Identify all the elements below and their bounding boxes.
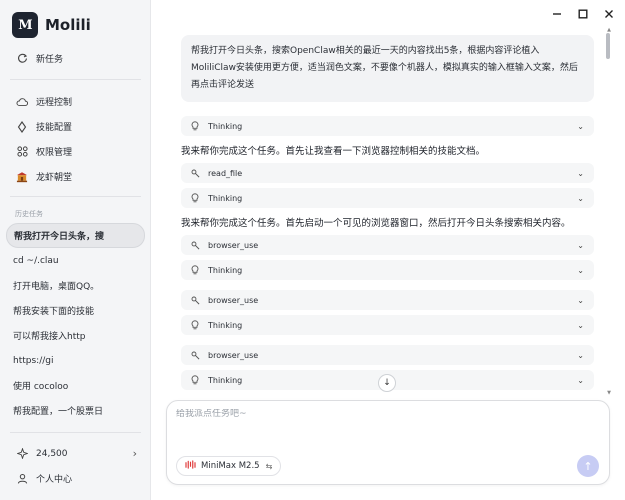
chevron-down-icon: ⌄ bbox=[577, 320, 584, 330]
bulb-icon bbox=[190, 265, 200, 275]
chat-scrollbar[interactable] bbox=[606, 33, 610, 389]
history-item[interactable]: 使用 cocoloo bbox=[6, 373, 145, 398]
arrow-up-icon: ↑ bbox=[583, 459, 593, 473]
model-selector[interactable]: MiniMax M2.5 ⇆ bbox=[176, 456, 282, 476]
step-label: Thinking bbox=[208, 193, 243, 203]
composer: MiniMax M2.5 ⇆ ↑ bbox=[166, 400, 610, 485]
sidebar-item-label: 权限管理 bbox=[36, 148, 73, 158]
bulb-icon bbox=[190, 320, 200, 330]
sidebar-item-label: 龙虾朝堂 bbox=[36, 173, 73, 183]
arrow-down-icon: ↓ bbox=[383, 378, 391, 388]
tool-icon bbox=[190, 296, 200, 305]
profile-label: 个人中心 bbox=[36, 475, 73, 485]
cloud-icon bbox=[16, 96, 28, 108]
swap-icon: ⇆ bbox=[265, 461, 273, 471]
sidebar-item-label: 远程控制 bbox=[36, 98, 73, 108]
chevron-down-icon: ⌄ bbox=[577, 375, 584, 385]
step-label: Thinking bbox=[208, 265, 243, 275]
tool-icon bbox=[190, 241, 200, 250]
chevron-down-icon: ⌄ bbox=[577, 240, 584, 250]
model-name: MiniMax M2.5 bbox=[201, 461, 260, 471]
step-label: Thinking bbox=[208, 375, 243, 385]
step-label: Thinking bbox=[208, 320, 243, 330]
step-label: Thinking bbox=[208, 121, 243, 131]
logo-mark: M bbox=[18, 17, 32, 33]
tool-step-browser-use[interactable]: browser_use ⌄ bbox=[181, 235, 594, 255]
new-task-button[interactable]: 新任务 bbox=[6, 46, 145, 71]
assistant-message: 我来帮你完成这个任务。首先让我查看一下浏览器控制相关的技能文档。 bbox=[181, 146, 486, 157]
chevron-down-icon: ⌄ bbox=[577, 350, 584, 360]
credits-item[interactable]: 24,500 › bbox=[6, 441, 145, 466]
sparkle-icon bbox=[16, 448, 28, 460]
history-section-label: 历史任务 bbox=[15, 210, 43, 218]
scroll-up-icon[interactable]: ▲ bbox=[607, 27, 611, 33]
tool-step-browser-use[interactable]: browser_use ⌄ bbox=[181, 345, 594, 365]
sidebar-footer: 24,500 › 个人中心 bbox=[6, 441, 145, 491]
profile-item[interactable]: 个人中心 bbox=[6, 466, 145, 491]
new-task-nav: 新任务 bbox=[6, 46, 145, 71]
chevron-down-icon: ⌄ bbox=[577, 265, 584, 275]
permission-icon bbox=[16, 146, 28, 158]
new-task-icon bbox=[16, 53, 28, 65]
history-item[interactable]: 可以帮我接入http bbox=[6, 323, 145, 348]
task-input[interactable] bbox=[176, 409, 596, 419]
history-item[interactable]: 打开电脑，桌面QQ。 bbox=[6, 273, 145, 298]
scroll-to-bottom-button[interactable]: ↓ bbox=[378, 374, 396, 392]
sidebar-item-lobster-court[interactable]: 龙虾朝堂 bbox=[6, 164, 145, 189]
thinking-step[interactable]: Thinking ⌄ bbox=[181, 260, 594, 280]
app-logo: M bbox=[12, 12, 38, 38]
new-task-label: 新任务 bbox=[36, 55, 64, 65]
history-item[interactable]: cd ~/.clau bbox=[6, 248, 145, 273]
tool-step-browser-use[interactable]: browser_use ⌄ bbox=[181, 290, 594, 310]
history-item[interactable]: 帮我配置，一个股票日 bbox=[6, 398, 145, 423]
chat-area: 帮我打开今日头条，搜索OpenClaw相关的最近一天的内容找出5条，根据内容评论… bbox=[151, 0, 625, 500]
sidebar-item-skill-config[interactable]: 技能配置 bbox=[6, 114, 145, 139]
bulb-icon bbox=[190, 375, 200, 385]
skill-icon bbox=[16, 120, 28, 133]
step-label: browser_use bbox=[208, 295, 259, 305]
sidebar-divider bbox=[10, 79, 141, 80]
thinking-step[interactable]: Thinking ⌄ bbox=[181, 116, 594, 136]
tool-icon bbox=[190, 169, 200, 178]
user-icon bbox=[16, 473, 28, 485]
minimax-icon bbox=[185, 460, 196, 472]
thinking-step[interactable]: Thinking ⌄ bbox=[181, 188, 594, 208]
chevron-down-icon: ⌄ bbox=[577, 295, 584, 305]
chevron-down-icon: ⌄ bbox=[577, 168, 584, 178]
history-item[interactable]: 帮我打开今日头条，搜 bbox=[6, 223, 145, 248]
scrollbar-thumb[interactable] bbox=[606, 33, 610, 59]
scroll-down-arrow-icon[interactable]: ▼ bbox=[607, 390, 611, 396]
sidebar-item-remote-control[interactable]: 远程控制 bbox=[6, 89, 145, 114]
sidebar-divider bbox=[10, 432, 141, 433]
sidebar-divider bbox=[10, 196, 141, 197]
user-message: 帮我打开今日头条，搜索OpenClaw相关的最近一天的内容找出5条，根据内容评论… bbox=[181, 35, 594, 102]
send-button[interactable]: ↑ bbox=[577, 455, 599, 477]
assistant-message: 我来帮你完成这个任务。首先启动一个可见的浏览器窗口，然后打开今日头条搜索相关内容… bbox=[181, 218, 571, 229]
sidebar-item-label: 技能配置 bbox=[36, 123, 73, 133]
bulb-icon bbox=[190, 121, 200, 131]
chevron-down-icon: ⌄ bbox=[577, 121, 584, 131]
step-label: browser_use bbox=[208, 240, 259, 250]
app-name: Molili bbox=[45, 16, 91, 34]
bulb-icon bbox=[190, 193, 200, 203]
sidebar-nav: 远程控制 技能配置 权限管理 龙虾朝堂 bbox=[6, 89, 145, 189]
tool-step-read-file[interactable]: read_file ⌄ bbox=[181, 163, 594, 183]
chevron-down-icon: ⌄ bbox=[577, 193, 584, 203]
history-item[interactable]: https://gi bbox=[6, 348, 145, 373]
tool-icon bbox=[190, 351, 200, 360]
step-label: read_file bbox=[208, 168, 243, 178]
sidebar-item-permissions[interactable]: 权限管理 bbox=[6, 139, 145, 164]
brand: M Molili bbox=[12, 12, 91, 38]
credits-value: 24,500 bbox=[36, 448, 68, 459]
lobster-icon bbox=[16, 171, 28, 183]
history-list: 帮我打开今日头条，搜 cd ~/.clau 打开电脑，桌面QQ。 帮我安装下面的… bbox=[6, 223, 145, 423]
step-label: browser_use bbox=[208, 350, 259, 360]
thinking-step[interactable]: Thinking ⌄ bbox=[181, 315, 594, 335]
history-item[interactable]: 帮我安装下面的技能 bbox=[6, 298, 145, 323]
sidebar: M Molili 新任务 远程控制 技能配置 权限管理 龙虾朝堂 历史任务 帮我… bbox=[0, 0, 151, 500]
chevron-right-icon: › bbox=[132, 447, 137, 460]
